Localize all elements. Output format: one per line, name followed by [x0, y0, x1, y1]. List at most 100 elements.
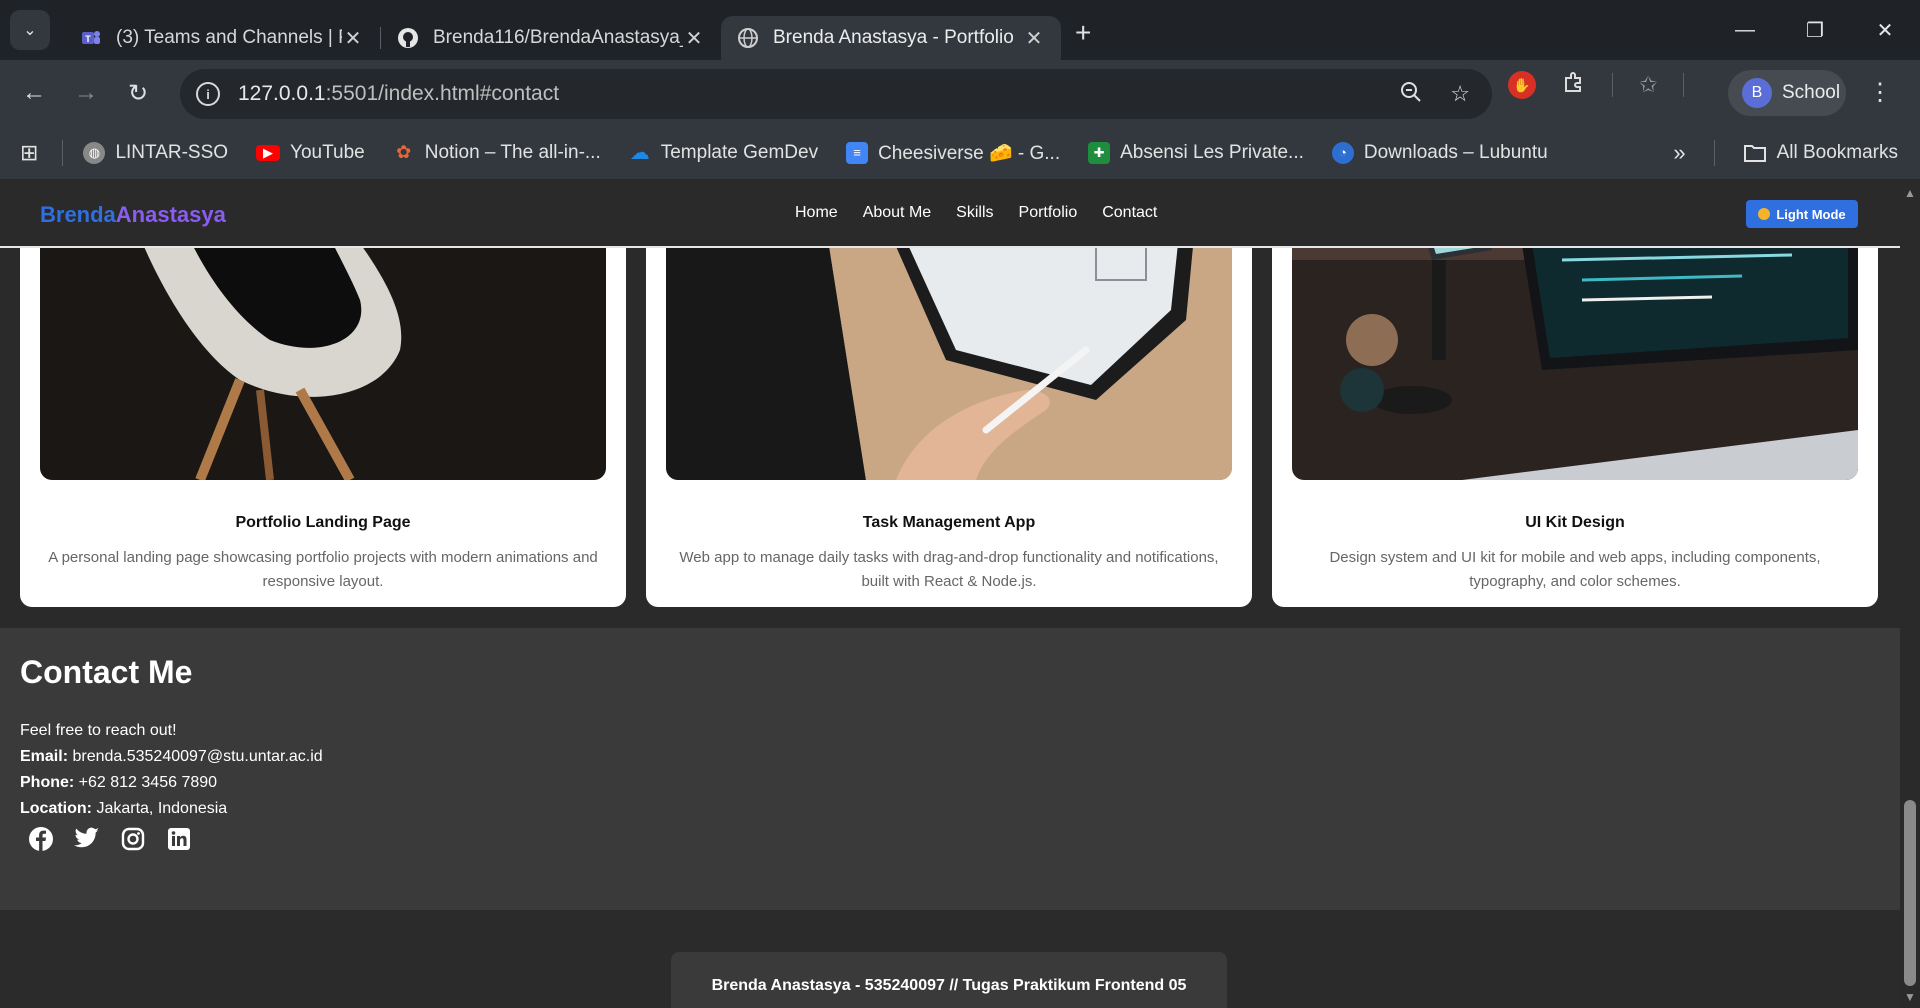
globe-icon — [738, 28, 758, 48]
notion-icon: ✿ — [396, 142, 412, 162]
close-icon[interactable]: ✕ — [1023, 26, 1045, 51]
reading-list-icon[interactable]: ✩ — [1639, 72, 1657, 98]
github-icon — [398, 28, 418, 48]
bookmark-template-gemdev[interactable]: ☁ Template GemDev — [629, 141, 819, 165]
bookmark-lintar-sso[interactable]: ◍ LINTAR-SSO — [83, 141, 229, 164]
teams-icon: T — [82, 31, 100, 44]
close-window-icon[interactable]: ✕ — [1850, 0, 1920, 60]
bookmarks-bar: ⊞ ◍ LINTAR-SSO ▶ YouTube ✿ Notion – The all… — [0, 126, 1920, 180]
bookmark-divider — [62, 139, 64, 166]
logo-first: Brenda — [40, 202, 116, 227]
contact-location-row: Location: Jakarta, Indonesia — [20, 796, 323, 822]
site-logo[interactable]: BrendaAnastasya — [40, 202, 226, 228]
restore-icon[interactable]: ❐ — [1780, 0, 1850, 60]
back-button[interactable]: ← — [8, 79, 60, 107]
scrollbar-thumb[interactable] — [1904, 800, 1916, 986]
apps-grid-icon[interactable]: ⊞ — [20, 140, 38, 166]
email-value: brenda.535240097@stu.untar.ac.id — [72, 748, 323, 765]
toolbar-divider — [1683, 73, 1685, 97]
bookmark-label: Cheesiverse 🧀 - G... — [878, 142, 1061, 164]
bookmark-star-icon[interactable]: ☆ — [1450, 81, 1470, 109]
profile-button[interactable]: B School — [1728, 70, 1846, 116]
card-description: Design system and UI kit for mobile and … — [1329, 549, 1821, 590]
lubuntu-icon: ◔ — [1331, 141, 1354, 164]
url-host: 127.0.0.1 — [238, 82, 326, 105]
new-tab-button[interactable]: + — [1075, 17, 1091, 49]
bookmark-label: Template GemDev — [660, 141, 819, 163]
chevron-double-right-icon[interactable]: » — [1673, 140, 1685, 166]
phone-value: +62 812 3456 7890 — [78, 774, 218, 791]
nav-about-me[interactable]: About Me — [863, 204, 931, 222]
sheets-icon: ✚ — [1088, 141, 1111, 164]
browser-toolbar: ← → ↻ i 127.0.0.1:5501/index.html#contac… — [0, 60, 1920, 126]
tab-teams[interactable]: T (3) Teams and Channels | Perten ✕ — [50, 16, 380, 60]
onedrive-icon: ☁ — [629, 142, 650, 164]
location-label: Location: — [20, 800, 92, 817]
card-description: Web app to manage daily tasks with drag-… — [679, 549, 1219, 590]
scroll-down-arrow-icon[interactable]: ▼ — [1904, 990, 1916, 1004]
more-menu-icon[interactable]: ⋮ — [1868, 78, 1892, 107]
contact-email-row: Email: brenda.535240097@stu.untar.ac.id — [20, 744, 323, 770]
bookmark-label: Notion – The all-in-... — [424, 141, 601, 163]
nav-home[interactable]: Home — [795, 204, 838, 222]
twitter-icon[interactable] — [74, 826, 100, 852]
card-title: Task Management App — [862, 514, 1036, 531]
extensions-puzzle-icon[interactable] — [1562, 70, 1586, 100]
tab-title: Brenda116/BrendaAnastasya_53 — [433, 27, 683, 48]
phone-label: Phone: — [20, 774, 75, 791]
extensions-area: ✋ ✩ — [1508, 70, 1685, 100]
contact-details: Feel free to reach out! Email: brenda.53… — [20, 718, 323, 822]
bookmark-label: Absensi Les Private... — [1120, 141, 1304, 163]
bookmark-label: LINTAR-SSO — [115, 141, 229, 163]
tab-portfolio-active[interactable]: Brenda Anastasya - Portfolio ✕ — [721, 16, 1061, 60]
contact-heading: Contact Me — [20, 654, 193, 690]
address-bar[interactable]: i 127.0.0.1:5501/index.html#contact ☆ — [180, 69, 1492, 119]
light-mode-label: Light Mode — [1776, 206, 1846, 222]
bookmark-cheesiverse[interactable]: ≡ Cheesiverse 🧀 - G... — [846, 141, 1060, 165]
svg-text:T: T — [85, 34, 91, 44]
forward-button[interactable]: → — [60, 79, 112, 107]
site-info-icon[interactable]: i — [196, 82, 220, 106]
light-mode-toggle[interactable]: Light Mode — [1746, 200, 1858, 228]
reload-button[interactable]: ↻ — [112, 79, 164, 108]
bookmark-downloads-lubuntu[interactable]: ◔ Downloads – Lubuntu — [1331, 141, 1548, 164]
close-icon[interactable]: ✕ — [683, 26, 705, 51]
sun-icon — [1758, 208, 1771, 220]
bookmark-notion[interactable]: ✿ Notion – The all-in-... — [393, 142, 601, 164]
globe-icon: ◍ — [83, 141, 106, 164]
facebook-icon[interactable] — [28, 826, 54, 852]
contact-intro: Feel free to reach out! — [20, 722, 177, 739]
nav-portfolio[interactable]: Portfolio — [1019, 204, 1078, 222]
nav-skills[interactable]: Skills — [956, 204, 993, 222]
zoom-icon[interactable] — [1400, 81, 1422, 109]
contact-section: Contact Me Feel free to reach out! Email… — [0, 628, 1900, 910]
contact-phone-row: Phone: +62 812 3456 7890 — [20, 770, 323, 796]
folder-icon — [1743, 144, 1766, 162]
page-footer: Brenda Anastasya - 535240097 // Tugas Pr… — [0, 910, 1900, 1008]
page-scrollbar[interactable]: ▲ ▼ — [1900, 180, 1920, 1008]
stop-extension-icon[interactable]: ✋ — [1508, 71, 1536, 99]
bookmark-label: Downloads – Lubuntu — [1363, 141, 1548, 163]
url-path: :5501/index.html#contact — [325, 82, 560, 105]
youtube-icon: ▶ — [256, 144, 281, 161]
nav-menu: Home About Me Skills Portfolio Contact — [795, 204, 1157, 222]
bookmarks-overflow-area: » All Bookmarks — [1673, 139, 1898, 166]
web-page: Portfolio Landing Page A personal landin… — [0, 180, 1900, 1008]
card-description: A personal landing page showcasing portf… — [48, 549, 598, 590]
all-bookmarks-label: All Bookmarks — [1776, 141, 1898, 163]
tab-title: (3) Teams and Channels | Perten — [116, 27, 342, 48]
minimize-icon[interactable]: — — [1710, 0, 1780, 60]
tab-search-button[interactable]: ⌄ — [10, 10, 50, 50]
all-bookmarks-button[interactable]: All Bookmarks — [1743, 142, 1898, 164]
instagram-icon[interactable] — [120, 826, 146, 852]
close-icon[interactable]: ✕ — [342, 26, 364, 51]
bookmark-absensi[interactable]: ✚ Absensi Les Private... — [1088, 141, 1304, 164]
scroll-up-arrow-icon[interactable]: ▲ — [1904, 186, 1916, 200]
linkedin-icon[interactable] — [166, 826, 192, 852]
bookmark-youtube[interactable]: ▶ YouTube — [256, 142, 365, 164]
logo-last: Anastasya — [115, 202, 226, 227]
tab-github[interactable]: Brenda116/BrendaAnastasya_53 ✕ — [381, 16, 721, 60]
nav-contact[interactable]: Contact — [1102, 204, 1157, 222]
docs-icon: ≡ — [846, 141, 869, 164]
url-text[interactable]: 127.0.0.1:5501/index.html#contact — [238, 82, 559, 106]
